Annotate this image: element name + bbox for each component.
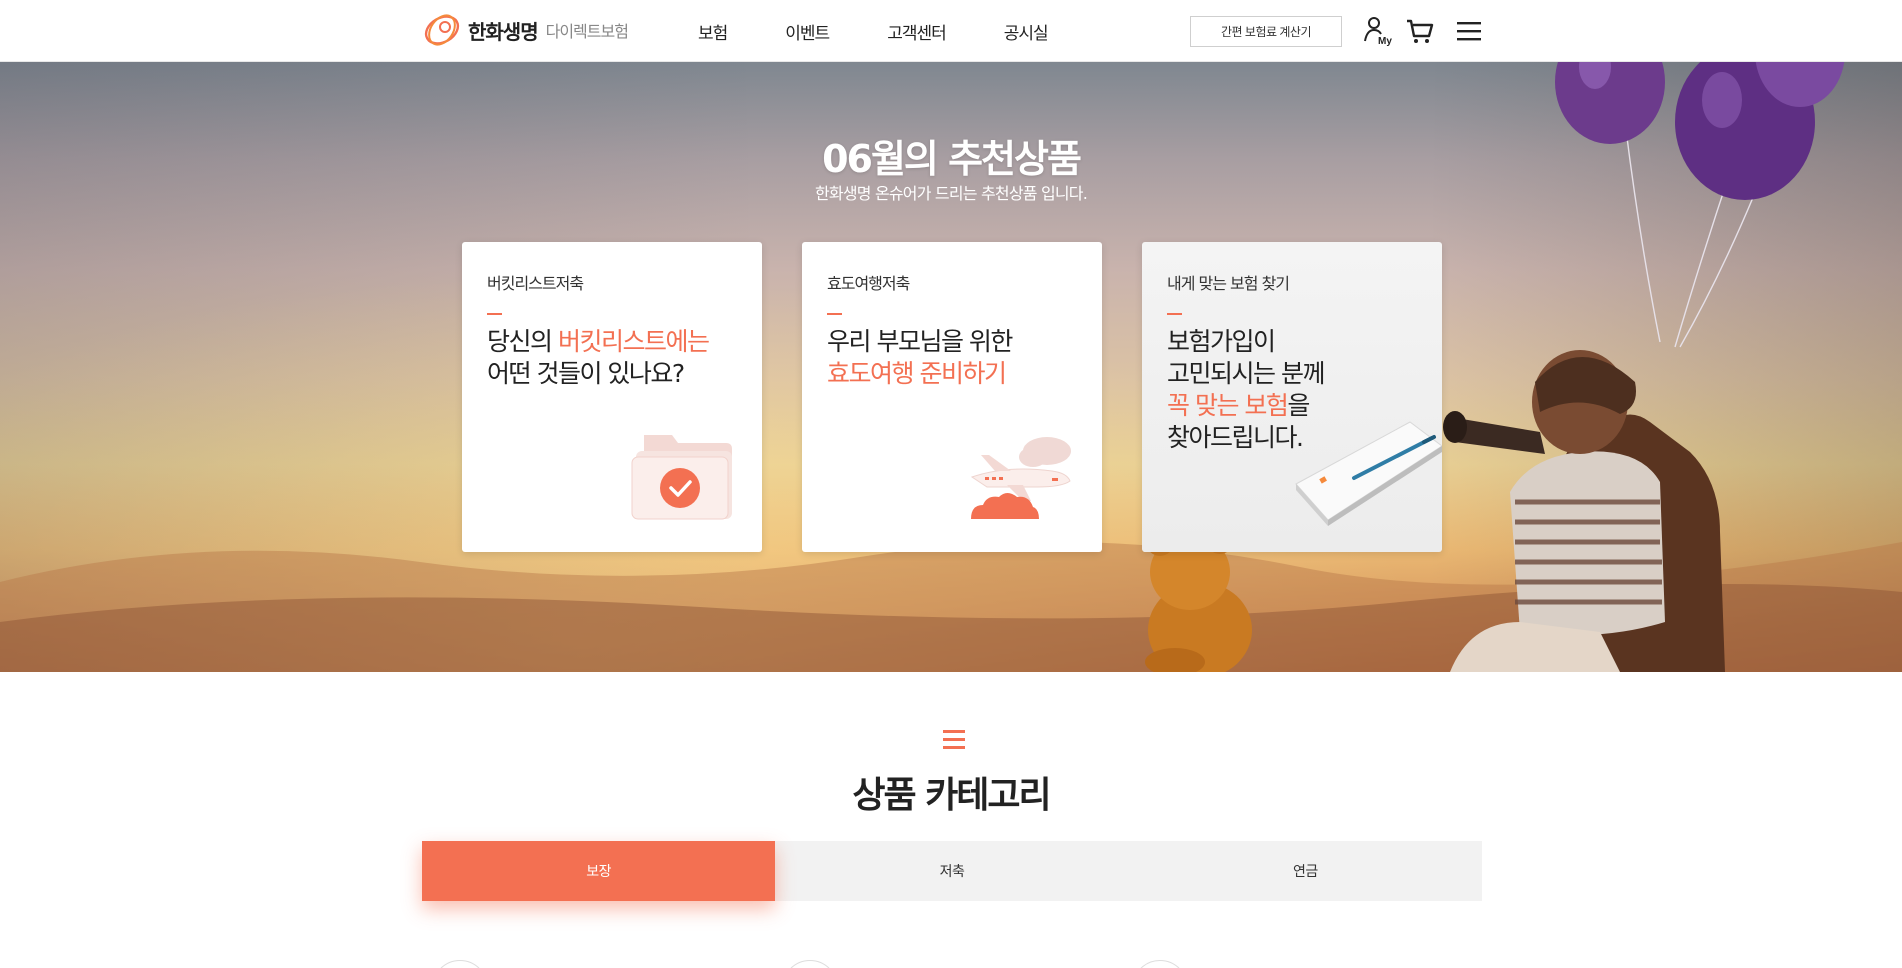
card-category: 효도여행저축: [827, 274, 910, 293]
recommend-card-bucketlist[interactable]: 버킷리스트저축 당신의 버킷리스트에는 어떤 것들이 있나요?: [462, 242, 762, 552]
card-headline: 당신의 버킷리스트에는 어떤 것들이 있나요?: [487, 327, 710, 388]
card-divider: [827, 313, 842, 315]
logo-sub: 다이렉트보험: [545, 22, 629, 41]
logo-name: 한화생명: [468, 19, 539, 44]
product-icon: [1132, 960, 1188, 968]
card-divider: [487, 313, 502, 315]
hero-title: 06월의 추천상품: [822, 137, 1082, 181]
notebook-pen-icon: [1295, 421, 1442, 526]
product-icon: [782, 960, 838, 968]
nav-disclosure[interactable]: 공시실: [1004, 19, 1049, 44]
recommend-card-filial-travel[interactable]: 효도여행저축 우리 부모님을 위한 효도여행 준비하기: [802, 242, 1102, 552]
hero-subtitle: 한화생명 온슈어가 드리는 추천상품 입니다.: [815, 184, 1088, 203]
recommend-card-find-insurance[interactable]: 내게 맞는 보험 찾기 보험가입이 고민되시는 분께 꼭 맞는 보험을 찾아드립…: [1142, 242, 1442, 552]
global-nav: 보험 이벤트 고객센터 공시실: [698, 0, 1049, 62]
my-icon[interactable]: My: [1361, 15, 1393, 47]
menu-icon[interactable]: [1454, 15, 1486, 47]
product-icon: [432, 960, 488, 968]
card-divider: [1167, 313, 1182, 315]
card-category: 내게 맞는 보험 찾기: [1167, 274, 1290, 293]
tab-protection[interactable]: 보장: [422, 841, 776, 901]
folder-check-icon: [631, 435, 732, 520]
nav-insurance[interactable]: 보험: [698, 19, 728, 44]
logo-icon: [424, 14, 460, 46]
section-title: 상품 카테고리: [852, 775, 1051, 816]
premium-calculator-button[interactable]: 간편 보험료 계산기: [1190, 16, 1342, 47]
airplane-icon: [970, 437, 1071, 519]
header: 한화생명 다이렉트보험 보험 이벤트 고객센터 공시실 간편 보험료 계산기 M…: [0, 0, 1902, 62]
section-menu-icon: [943, 730, 965, 750]
hero-banner: 06월의 추천상품 한화생명 온슈어가 드리는 추천상품 입니다. 버킷리스트저…: [0, 62, 1902, 672]
card-headline: 우리 부모님을 위한 효도여행 준비하기: [827, 327, 1013, 388]
nav-event[interactable]: 이벤트: [785, 19, 830, 44]
card-category: 버킷리스트저축: [487, 274, 584, 293]
tab-savings[interactable]: 저축: [775, 841, 1128, 901]
category-tabs: 보장 저축 연금: [422, 841, 1482, 901]
cart-icon[interactable]: [1404, 15, 1436, 47]
my-label: My: [1378, 36, 1392, 47]
tab-pension[interactable]: 연금: [1129, 841, 1482, 901]
nav-customer-center[interactable]: 고객센터: [887, 19, 947, 44]
logo[interactable]: 한화생명 다이렉트보험: [422, 10, 629, 50]
